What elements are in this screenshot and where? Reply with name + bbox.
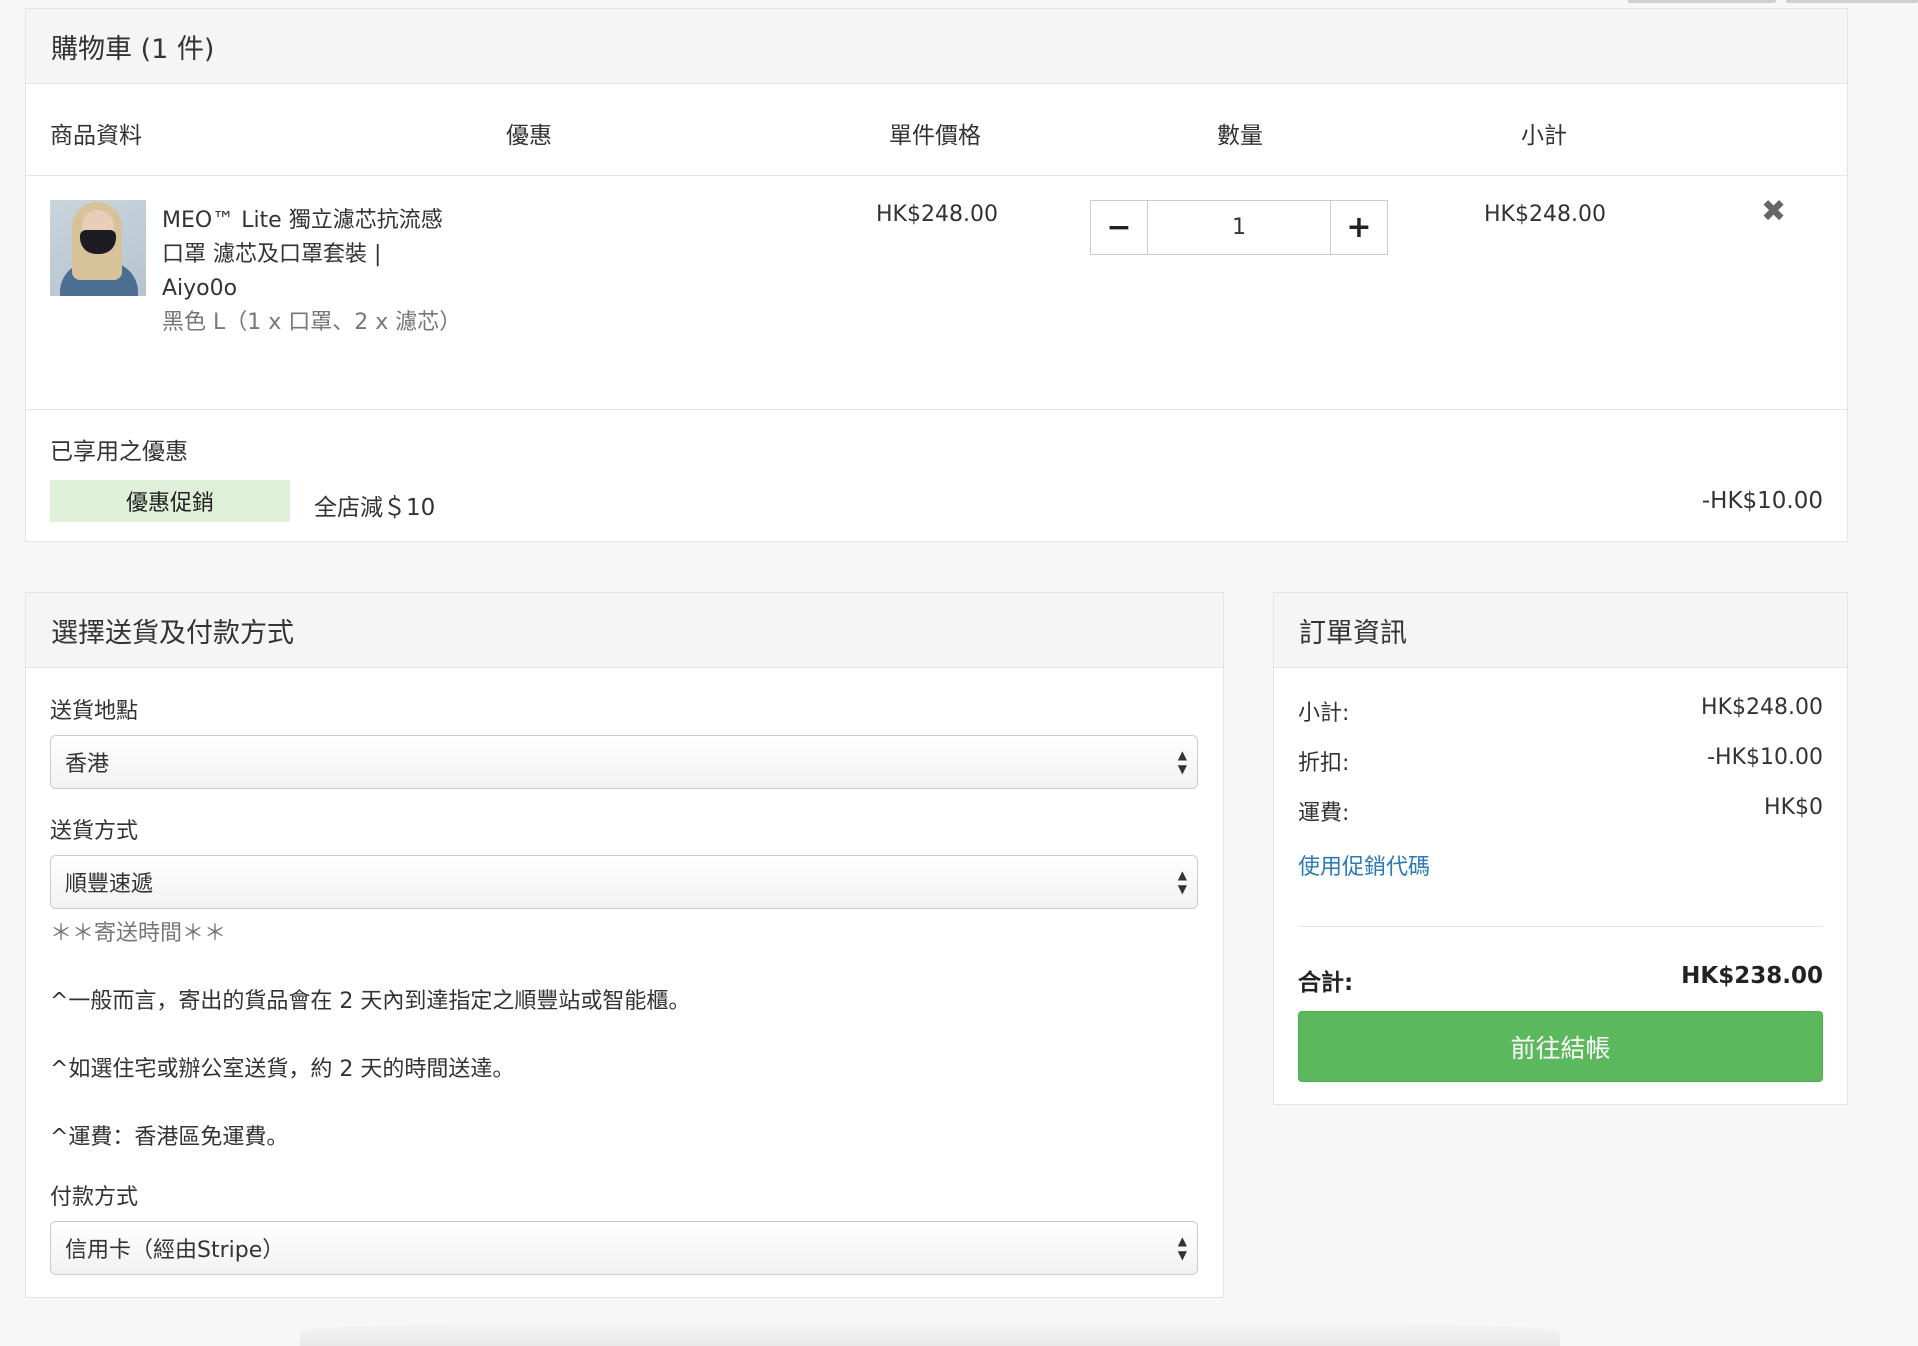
promotion-amount: -HK$10.00 <box>1701 488 1823 514</box>
summary-total-row: 合計: HK$238.00 <box>1298 963 1823 997</box>
promotion-badge: 優惠促銷 <box>50 480 290 522</box>
checkout-button[interactable]: 前往結帳 <box>1298 1011 1823 1082</box>
header-discount: 優惠 <box>506 123 552 149</box>
summary-shipping-row: 運費: HK$0 <box>1298 795 1823 827</box>
select-arrows-icon: ▲ ▼ <box>1177 868 1187 896</box>
close-icon: ✖ <box>1761 194 1787 229</box>
summary-discount-row: 折扣: -HK$10.00 <box>1298 745 1823 777</box>
top-tab-edge <box>1628 0 1776 3</box>
delivery-method-select[interactable]: 順豐速遞 ▲ ▼ <box>50 855 1198 909</box>
minus-icon: − <box>1106 210 1132 245</box>
product-variant: 黑色 L（1 x 口罩、2 x 濾芯） <box>162 310 462 335</box>
summary-discount-value: -HK$10.00 <box>1707 745 1823 770</box>
delivery-note: ^運費：香港區免運費。 <box>50 1125 289 1150</box>
quantity-input[interactable]: 1 <box>1148 200 1330 255</box>
apply-coupon-link[interactable]: 使用促銷代碼 <box>1298 849 1430 881</box>
remove-item-button[interactable]: ✖ <box>1761 194 1786 229</box>
order-summary-panel: 訂單資訊 小計: HK$248.00 折扣: -HK$10.00 運費: HK$… <box>1273 592 1848 1105</box>
delivery-method-value: 順豐速遞 <box>65 872 154 897</box>
delivery-note: ^一般而言，寄出的貨品會在 2 天內到達指定之順豐站或智能櫃。 <box>50 989 691 1014</box>
unit-price: HK$248.00 <box>876 202 998 227</box>
shipping-title: 選擇送貨及付款方式 <box>26 593 1223 668</box>
line-subtotal: HK$248.00 <box>1484 202 1606 227</box>
bottom-shadow <box>300 1318 1560 1346</box>
promotion-description: 全店減＄10 <box>314 495 436 521</box>
cart-title: 購物車 (1 件) <box>26 9 1847 84</box>
summary-shipping-value: HK$0 <box>1764 795 1823 820</box>
summary-subtotal-value: HK$248.00 <box>1701 695 1823 720</box>
product-thumbnail[interactable] <box>50 200 146 296</box>
applied-promotions: 已享用之優惠 優惠促銷 全店減＄10 -HK$10.00 <box>26 410 1847 543</box>
summary-shipping-label: 運費: <box>1298 801 1350 826</box>
shipping-payment-panel: 選擇送貨及付款方式 送貨地點 香港 ▲ ▼ 送貨方式 順豐速遞 ▲ ▼ ＊＊寄送時間… <box>25 592 1224 1298</box>
summary-subtotal-row: 小計: HK$248.00 <box>1298 695 1823 727</box>
payment-method-select[interactable]: 信用卡（經由Stripe） ▲ ▼ <box>50 1221 1198 1275</box>
promotions-title: 已享用之優惠 <box>50 439 188 465</box>
header-quantity: 數量 <box>1217 123 1263 149</box>
delivery-location-label: 送貨地點 <box>50 699 139 724</box>
product-title-link[interactable]: MEO™ Lite 獨立濾芯抗流感口罩 濾芯及口罩套裝 | Aiyo0o <box>162 204 462 306</box>
delivery-note: ^如選住宅或辦公室送貨，約 2 天的時間送達。 <box>50 1057 515 1082</box>
summary-total-value: HK$238.00 <box>1681 963 1823 989</box>
summary-divider <box>1298 926 1823 927</box>
header-subtotal: 小計 <box>1521 123 1567 149</box>
select-arrows-icon: ▲ ▼ <box>1177 1234 1187 1262</box>
select-arrows-icon: ▲ ▼ <box>1177 748 1187 776</box>
delivery-method-label: 送貨方式 <box>50 819 139 844</box>
delivery-time-heading: ＊＊寄送時間＊＊ <box>50 921 227 946</box>
order-title: 訂單資訊 <box>1274 593 1847 668</box>
payment-method-value: 信用卡（經由Stripe） <box>65 1238 285 1263</box>
cart-table-header: 商品資料 優惠 單件價格 數量 小計 <box>26 84 1847 176</box>
cart-item-row: MEO™ Lite 獨立濾芯抗流感口罩 濾芯及口罩套裝 | Aiyo0o 黑色 … <box>26 176 1847 410</box>
plus-icon: + <box>1346 210 1372 245</box>
cart-page: 購物車 (1 件) 商品資料 優惠 單件價格 數量 小計 MEO™ Lite 獨… <box>0 0 1918 1346</box>
quantity-increase-button[interactable]: + <box>1330 200 1388 255</box>
cart-panel: 購物車 (1 件) 商品資料 優惠 單件價格 數量 小計 MEO™ Lite 獨… <box>25 8 1848 542</box>
summary-discount-label: 折扣: <box>1298 751 1350 776</box>
delivery-location-select[interactable]: 香港 ▲ ▼ <box>50 735 1198 789</box>
summary-total-label: 合計: <box>1298 970 1354 996</box>
quantity-stepper: − 1 + <box>1090 200 1388 255</box>
header-unit-price: 單件價格 <box>889 123 981 149</box>
delivery-location-value: 香港 <box>65 752 110 777</box>
payment-method-label: 付款方式 <box>50 1185 139 1210</box>
header-product: 商品資料 <box>50 123 142 149</box>
summary-subtotal-label: 小計: <box>1298 701 1350 726</box>
top-tab-edge <box>1786 0 1918 3</box>
quantity-decrease-button[interactable]: − <box>1090 200 1148 255</box>
